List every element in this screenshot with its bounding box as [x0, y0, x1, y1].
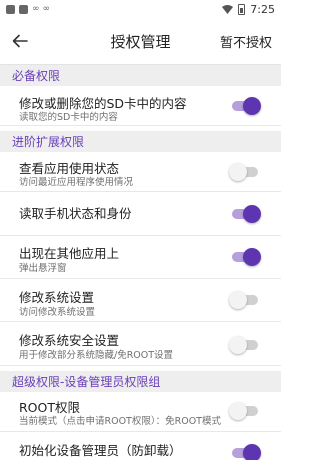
notification-square-icon — [6, 4, 15, 14]
permission-title: 读取手机状态和身份 — [19, 206, 132, 221]
permission-toggle-sdcard[interactable] — [230, 97, 261, 115]
permission-row-write-settings[interactable]: 修改系统设置 访问修改系统设置 — [0, 279, 281, 322]
battery-charging-icon — [238, 3, 246, 15]
notification-square-icon — [19, 4, 28, 14]
status-bar-system: 7:25 — [222, 3, 275, 16]
permission-subtitle: 访问修改系统设置 — [19, 307, 96, 318]
permission-subtitle: 读取您的SD卡中的内容 — [19, 112, 118, 123]
status-time: 7:25 — [250, 2, 275, 16]
permission-row-secure-settings[interactable]: 修改系统安全设置 用于修改部分系统隐藏/免ROOT设置 — [0, 322, 281, 366]
permission-row-device-admin[interactable]: 初始化设备管理员（防卸载） — [0, 432, 281, 460]
section-header-advanced: 进阶扩展权限 — [0, 131, 281, 152]
permission-toggle-usage-stats[interactable] — [229, 163, 260, 181]
permission-subtitle: 用于修改部分系统隐藏/免ROOT设置 — [19, 350, 174, 361]
section-header-super: 超级权限-设备管理员权限组 — [0, 371, 281, 392]
permission-subtitle: 访问最近应用程序使用情况 — [19, 177, 134, 188]
back-button[interactable] — [0, 18, 40, 64]
permission-row-usage-stats[interactable]: 查看应用使用状态 访问最近应用程序使用情况 — [0, 152, 281, 192]
arrow-back-icon — [12, 34, 28, 48]
permission-row-root[interactable]: ROOT权限 当前模式（点击申请ROOT权限）：免ROOT模式 — [0, 392, 281, 432]
permission-row-phone-state[interactable]: 读取手机状态和身份 — [0, 192, 281, 236]
wifi-icon — [222, 4, 234, 14]
permission-toggle-root[interactable] — [229, 402, 260, 420]
app-bar: 授权管理 暂不授权 — [0, 18, 281, 64]
infinity-icon: ∞ — [42, 3, 50, 14]
skip-authorization-button[interactable]: 暂不授权 — [220, 18, 272, 64]
status-bar-notifications: ∞ ∞ — [6, 3, 50, 14]
section-header-required: 必备权限 — [0, 65, 281, 86]
permission-row-sdcard[interactable]: 修改或删除您的SD卡中的内容 读取您的SD卡中的内容 — [0, 86, 281, 126]
permission-toggle-secure-settings[interactable] — [229, 336, 260, 354]
permission-toggle-device-admin[interactable] — [230, 444, 261, 460]
permission-toggle-write-settings[interactable] — [229, 291, 260, 309]
status-bar: ∞ ∞ 7:25 — [0, 0, 281, 18]
infinity-icon: ∞ — [32, 3, 39, 14]
permission-subtitle: 当前模式（点击申请ROOT权限）：免ROOT模式 — [19, 416, 221, 427]
permission-subtitle: 弹出悬浮窗 — [19, 263, 67, 274]
permission-title: 初始化设备管理员（防卸载） — [19, 443, 182, 458]
permission-toggle-overlay[interactable] — [230, 248, 261, 266]
permission-toggle-phone-state[interactable] — [230, 205, 261, 223]
permission-row-overlay[interactable]: 出现在其他应用上 弹出悬浮窗 — [0, 236, 281, 279]
